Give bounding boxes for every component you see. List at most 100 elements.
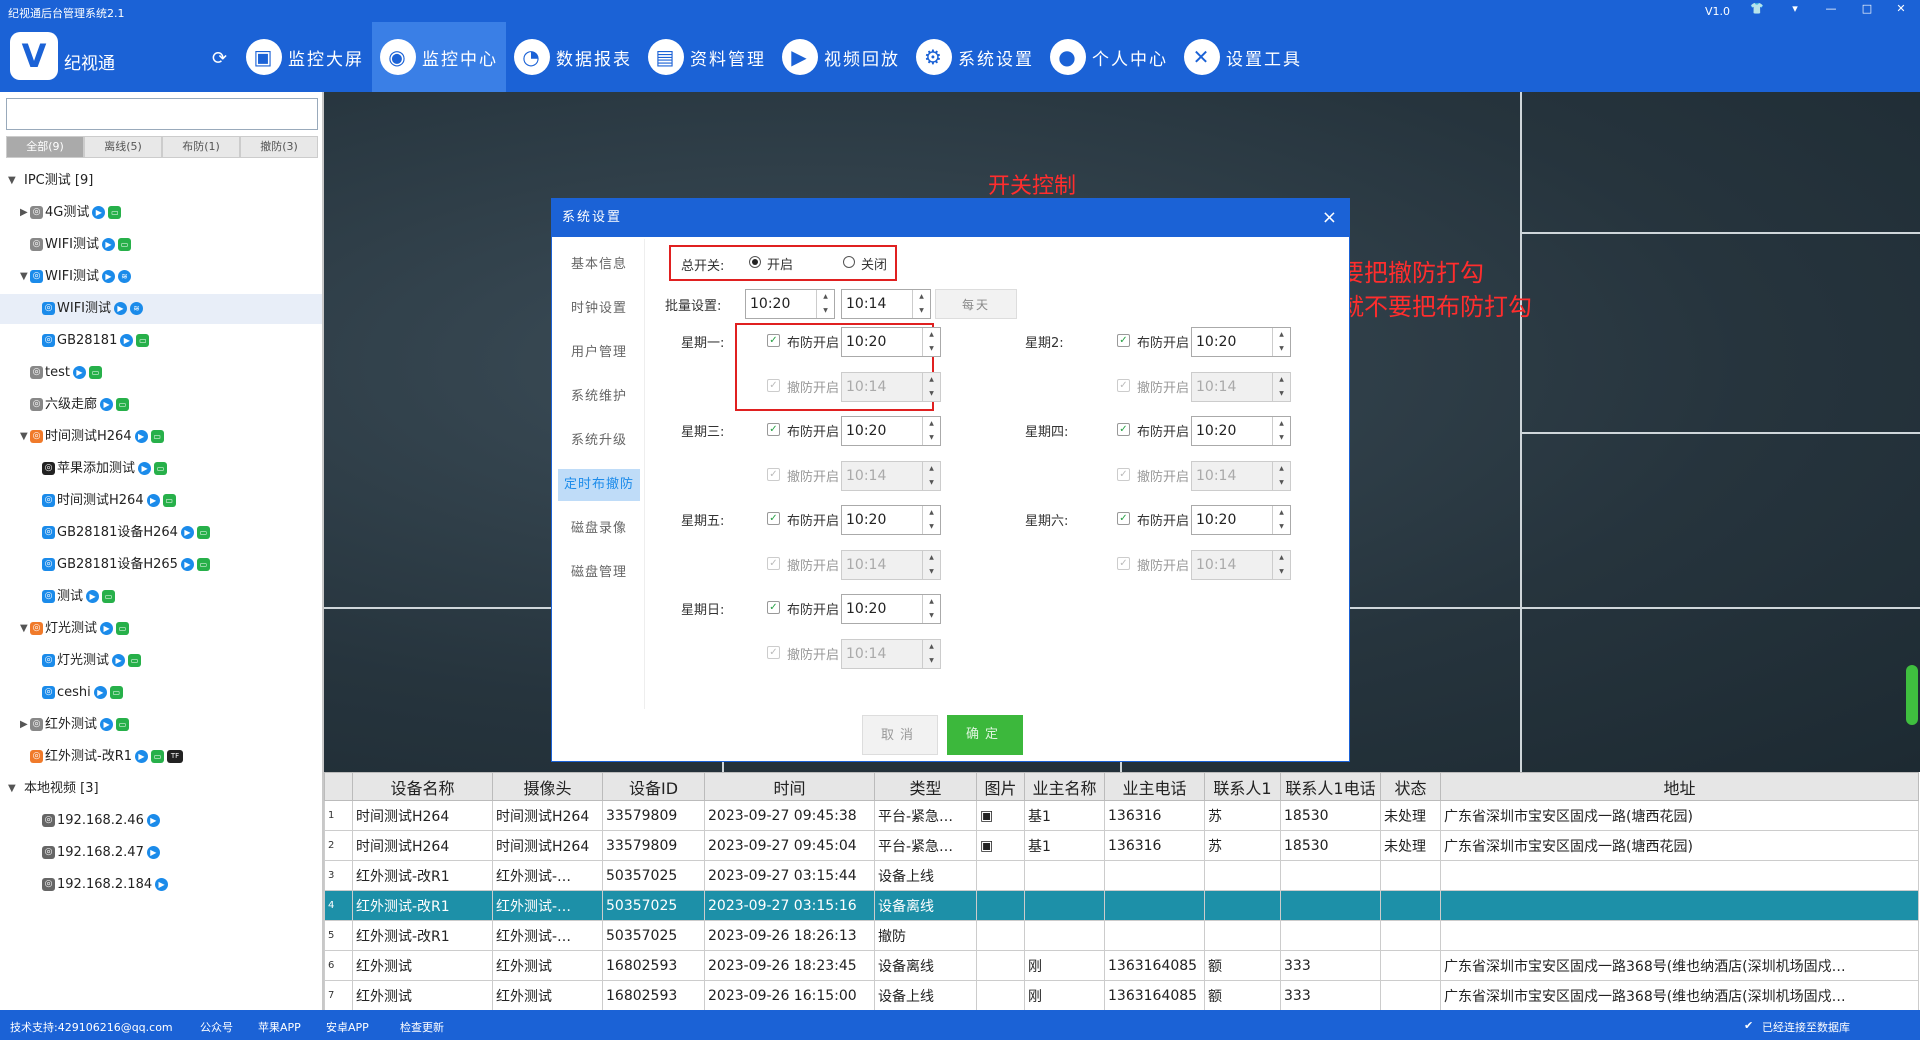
tree-device[interactable]: ◎ 时间测试H264 ▶ ▭ (0, 486, 322, 516)
image-icon[interactable] (976, 890, 1025, 921)
spin-arrows-icon[interactable]: ▲ ▼ (1272, 328, 1290, 356)
arm-checkbox[interactable]: ✓ (767, 423, 780, 436)
disarm-time-input[interactable]: 10:14 ▲ ▼ (1191, 550, 1291, 580)
table-row[interactable]: 2 时间测试H264 时间测试H264 33579809 2023-09-27 09:4… (324, 830, 1919, 861)
play-icon[interactable]: ▶ (102, 238, 115, 251)
nav-user[interactable]: ● 个人中心 (1042, 22, 1176, 92)
image-icon[interactable] (976, 860, 1025, 891)
column-header[interactable]: 业主名称 (1024, 772, 1105, 801)
dialog-menu-item[interactable]: 磁盘录像 (558, 507, 640, 551)
expand-toggle-icon[interactable]: ▼ (20, 614, 28, 644)
spin-arrows-icon[interactable]: ▲ ▼ (922, 640, 940, 668)
spin-arrows-icon[interactable]: ▲ ▼ (922, 328, 940, 356)
table-row[interactable]: 5 红外测试-改R1 红外测试-… 50357025 2023-09-26 18:26:… (324, 920, 1919, 951)
image-icon[interactable] (976, 980, 1025, 1010)
play-icon[interactable]: ▶ (102, 270, 115, 283)
image-icon[interactable]: ▣ (976, 830, 1025, 861)
table-row[interactable]: 1 时间测试H264 时间测试H264 33579809 2023-09-27 09:4… (324, 800, 1919, 831)
play-icon[interactable]: ▶ (146, 494, 160, 507)
disarm-checkbox[interactable]: ✓ (1117, 379, 1130, 392)
tree-device[interactable]: ◎ 红外测试-改R1 ▶ ▭ TF (0, 742, 322, 772)
tree-device[interactable]: ▼ ◎ 时间测试H264 ▶ ▭ (0, 422, 322, 452)
spin-arrows-icon[interactable]: ▲ ▼ (1272, 506, 1290, 534)
play-icon[interactable]: ▶ (100, 398, 114, 411)
column-header[interactable]: 摄像头 (492, 772, 603, 801)
column-header[interactable]: 状态 (1380, 772, 1441, 801)
wechat-link[interactable]: 公众号 (200, 1019, 233, 1035)
master-on-radio[interactable] (749, 256, 761, 268)
tree-device[interactable]: ◎ 测试 ▶ ▭ (0, 582, 322, 612)
arm-time-input[interactable]: 10:20 ▲ ▼ (841, 416, 941, 446)
arm-time-input[interactable]: 10:20 ▲ ▼ (1191, 416, 1291, 446)
cancel-button[interactable]: 取消 (862, 715, 938, 755)
arm-time-input[interactable]: 10:20 ▲ ▼ (841, 594, 941, 624)
arm-time-input[interactable]: 10:20 ▲ ▼ (1191, 327, 1291, 357)
play-icon[interactable]: ▶ (180, 558, 194, 571)
spin-arrows-icon[interactable]: ▲ ▼ (922, 595, 940, 623)
tree-device[interactable]: ◎ GB28181设备H265 ▶ ▭ (0, 550, 322, 580)
tree-device[interactable]: ◎ 192.168.2.184 ▶ (0, 870, 322, 900)
tree-device[interactable]: ▶ ◎ 红外测试 ▶ ▭ (0, 710, 322, 740)
disarm-time-input[interactable]: 10:14 ▲ ▼ (841, 550, 941, 580)
tree-device[interactable]: ◎ 六级走廊 ▶ ▭ (0, 390, 322, 420)
spin-arrows-icon[interactable]: ▲ ▼ (922, 417, 940, 445)
filter-tab-0[interactable]: 全部(9) (6, 136, 84, 158)
minimize-icon[interactable]: — (1818, 2, 1844, 18)
table-row[interactable]: 7 红外测试 红外测试 16802593 2023-09-26 16:15:00 设备上线… (324, 980, 1919, 1010)
image-icon[interactable] (976, 950, 1025, 981)
tree-device[interactable]: ◎ WIFI测试 ▶ ≋ (0, 294, 322, 324)
arm-checkbox[interactable]: ✓ (1117, 423, 1130, 436)
master-off-radio[interactable] (843, 256, 855, 268)
expand-toggle-icon[interactable]: ▶ (20, 710, 28, 740)
refresh-icon[interactable]: ⟳ (212, 48, 227, 69)
play-icon[interactable]: ▶ (72, 366, 86, 379)
column-header[interactable]: 设备名称 (352, 772, 493, 801)
disarm-time-input[interactable]: 10:14 ▲ ▼ (841, 639, 941, 669)
tree-device[interactable]: ◎ WIFI测试 ▶ ▭ (0, 230, 322, 260)
spin-arrows-icon[interactable]: ▲ ▼ (922, 506, 940, 534)
nav-camera[interactable]: ◉ 监控中心 (372, 22, 506, 92)
dialog-menu-item[interactable]: 系统升级 (558, 419, 640, 463)
spin-arrows-icon[interactable]: ▲ ▼ (912, 290, 930, 318)
dialog-menu-item[interactable]: 系统维护 (558, 375, 640, 419)
menu-dropdown-icon[interactable]: ▾ (1782, 2, 1808, 18)
column-header[interactable]: 业主电话 (1104, 772, 1205, 801)
play-icon[interactable]: ▶ (146, 846, 160, 859)
filter-tab-3[interactable]: 撤防(3) (240, 136, 318, 158)
dialog-menu-item[interactable]: 定时布撤防 (558, 469, 640, 501)
dialog-menu-item[interactable]: 基本信息 (558, 243, 640, 287)
tree-group[interactable]: ▼ 本地视频 [3] (0, 774, 322, 804)
expand-toggle-icon[interactable]: ▼ (8, 166, 16, 196)
tree-device[interactable]: ◎ test ▶ ▭ (0, 358, 322, 388)
arm-checkbox[interactable]: ✓ (767, 601, 780, 614)
dialog-menu-item[interactable]: 用户管理 (558, 331, 640, 375)
expand-toggle-icon[interactable]: ▼ (20, 262, 28, 292)
expand-toggle-icon[interactable]: ▶ (20, 198, 28, 228)
disarm-checkbox[interactable]: ✓ (767, 646, 780, 659)
ios-app-link[interactable]: 苹果APP (258, 1019, 301, 1035)
disarm-time-input[interactable]: 10:14 ▲ ▼ (1191, 372, 1291, 402)
check-update-link[interactable]: 检查更新 (400, 1019, 444, 1035)
arm-checkbox[interactable]: ✓ (1117, 512, 1130, 525)
play-icon[interactable]: ▶ (134, 430, 148, 443)
nav-monitor[interactable]: ▣ 监控大屏 (238, 22, 372, 92)
arm-time-input[interactable]: 10:20 ▲ ▼ (1191, 505, 1291, 535)
play-icon[interactable]: ▶ (135, 750, 148, 763)
play-icon[interactable]: ▶ (180, 526, 194, 539)
tree-device[interactable]: ◎ 灯光测试 ▶ ▭ (0, 646, 322, 676)
tree-device[interactable]: ▶ ◎ 4G测试 ▶ ▭ (0, 198, 322, 228)
disarm-time-input[interactable]: 10:14 ▲ ▼ (1191, 461, 1291, 491)
device-search-input[interactable] (6, 98, 318, 130)
video-scrollbar[interactable] (1906, 665, 1918, 725)
tree-device[interactable]: ◎ 192.168.2.47 ▶ (0, 838, 322, 868)
disarm-checkbox[interactable]: ✓ (767, 468, 780, 481)
arm-checkbox[interactable]: ✓ (1117, 334, 1130, 347)
tree-device[interactable]: ◎ GB28181设备H264 ▶ ▭ (0, 518, 322, 548)
batch-start-time[interactable]: 10:20 ▲ ▼ (745, 289, 835, 319)
tree-device[interactable]: ▼ ◎ WIFI测试 ▶ ≋ (0, 262, 322, 292)
disarm-checkbox[interactable]: ✓ (767, 557, 780, 570)
tree-device[interactable]: ◎ 苹果添加测试 ▶ ▭ (0, 454, 322, 484)
nav-pie-chart[interactable]: ◔ 数据报表 (506, 22, 640, 92)
spin-arrows-icon[interactable]: ▲ ▼ (816, 290, 834, 318)
play-icon[interactable]: ▶ (86, 590, 100, 603)
